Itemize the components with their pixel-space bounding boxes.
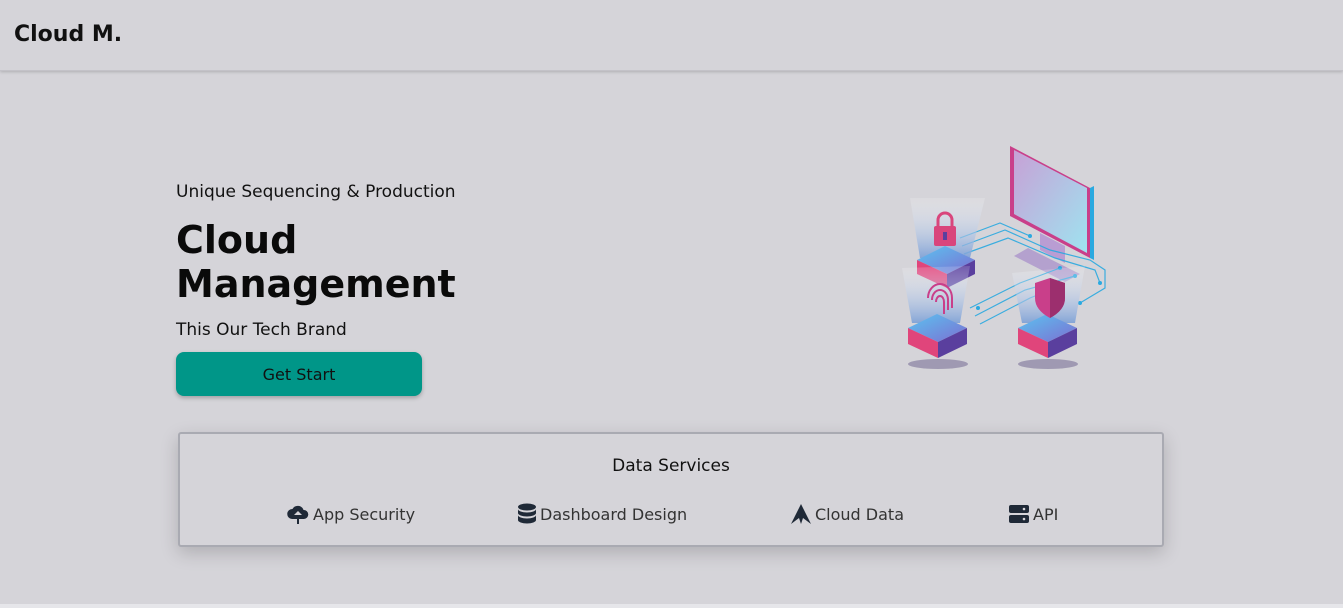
fingerprint-icon [902, 266, 970, 358]
service-app-security[interactable]: App Security [286, 502, 415, 526]
monitor-icon [1010, 146, 1094, 282]
hero-tagline: This Our Tech Brand [176, 320, 347, 340]
footer-edge [0, 604, 1343, 608]
service-api[interactable]: API [1008, 502, 1058, 526]
hero-eyebrow: Unique Sequencing & Production [176, 182, 456, 202]
get-start-button[interactable]: Get Start [176, 352, 422, 396]
data-services-panel: Data Services App Security Dashboard Des… [178, 432, 1164, 547]
service-label: Dashboard Design [540, 504, 688, 524]
shield-icon [1012, 266, 1085, 358]
navbar: Cloud M. [0, 0, 1343, 71]
hero-text: Unique Sequencing & Production Cloud Man… [176, 180, 636, 342]
service-cloud-data[interactable]: Cloud Data [790, 502, 904, 526]
cloud-upload-icon [286, 503, 310, 525]
hero-headline: Cloud Management [176, 218, 456, 306]
services-title: Data Services [612, 456, 730, 476]
database-icon [517, 503, 537, 525]
brand-logo-link[interactable]: Cloud M. [14, 22, 122, 47]
arrow-peak-icon [790, 503, 812, 525]
service-label: Cloud Data [815, 504, 904, 524]
server-icon [1008, 503, 1030, 525]
service-label: App Security [313, 504, 416, 524]
hero-illustration [890, 138, 1120, 378]
service-label: API [1033, 504, 1059, 524]
service-dashboard-design[interactable]: Dashboard Design [517, 502, 687, 526]
